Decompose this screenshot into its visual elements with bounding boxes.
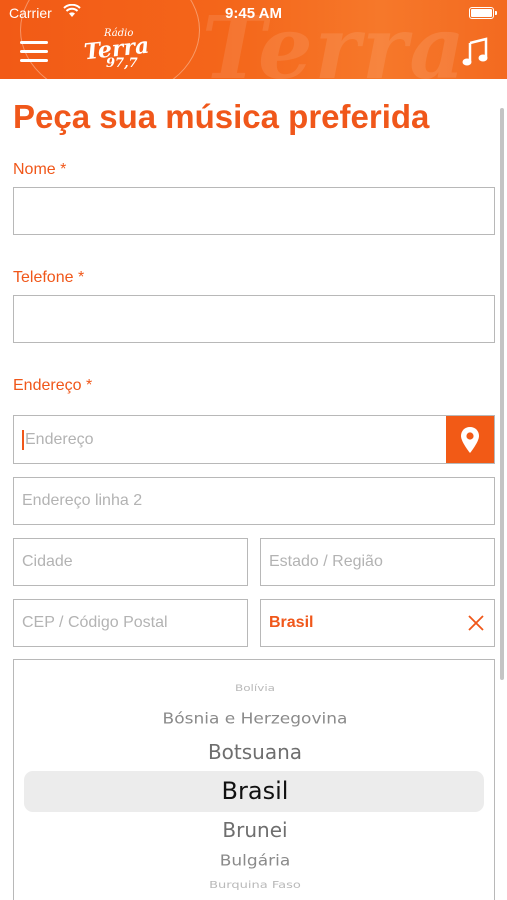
cep-placeholder: CEP / Código Postal xyxy=(22,614,168,631)
picker-option[interactable]: Bósnia e Herzegovina xyxy=(14,710,494,728)
picker-option[interactable]: Botsuana xyxy=(14,740,494,764)
pais-value: Brasil xyxy=(269,614,314,631)
music-note-icon[interactable] xyxy=(461,37,489,67)
endereco-label: Endereço * xyxy=(13,377,93,394)
picker-option[interactable]: Burquina Faso xyxy=(14,880,494,891)
endereco-linha2-input[interactable]: Endereço linha 2 xyxy=(13,477,495,525)
country-picker[interactable]: Bolívia Bósnia e Herzegovina Botsuana Br… xyxy=(13,659,495,900)
picker-option[interactable]: Bolívia xyxy=(14,683,494,694)
cidade-placeholder: Cidade xyxy=(22,553,73,570)
cep-input[interactable]: CEP / Código Postal xyxy=(13,599,248,647)
text-cursor xyxy=(22,429,24,450)
estado-placeholder: Estado / Região xyxy=(269,553,383,570)
nome-input[interactable] xyxy=(13,187,495,235)
estado-input[interactable]: Estado / Região xyxy=(260,538,495,586)
clock: 9:45 AM xyxy=(225,5,282,22)
nome-label: Nome * xyxy=(13,161,67,178)
battery-icon xyxy=(469,7,497,19)
radio-terra-logo: Rádio Terra 97,7 xyxy=(82,28,151,71)
hamburger-menu-icon[interactable] xyxy=(20,41,48,63)
scrollbar[interactable] xyxy=(500,108,504,680)
endereco-linha2-placeholder: Endereço linha 2 xyxy=(22,492,143,509)
telefone-input[interactable] xyxy=(13,295,495,343)
endereco-input[interactable]: Endereço xyxy=(13,415,495,464)
status-bar: Carrier 9:45 AM xyxy=(0,0,507,28)
cidade-input[interactable]: Cidade xyxy=(13,538,248,586)
clear-icon[interactable] xyxy=(467,614,485,632)
endereco-placeholder: Endereço xyxy=(25,430,94,448)
app-header: Terra Carrier 9:45 AM Rádio Terra 97,7 xyxy=(0,0,507,79)
pais-select[interactable]: Brasil xyxy=(260,599,495,647)
picker-option[interactable]: Brunei xyxy=(14,818,494,842)
location-pin-button[interactable] xyxy=(446,416,494,463)
picker-option[interactable]: Bulgária xyxy=(14,852,494,870)
telefone-label: Telefone * xyxy=(13,269,85,286)
picker-option-selected[interactable]: Brasil xyxy=(14,777,494,805)
location-pin-icon xyxy=(461,426,479,453)
page-title: Peça sua música preferida xyxy=(13,98,430,135)
